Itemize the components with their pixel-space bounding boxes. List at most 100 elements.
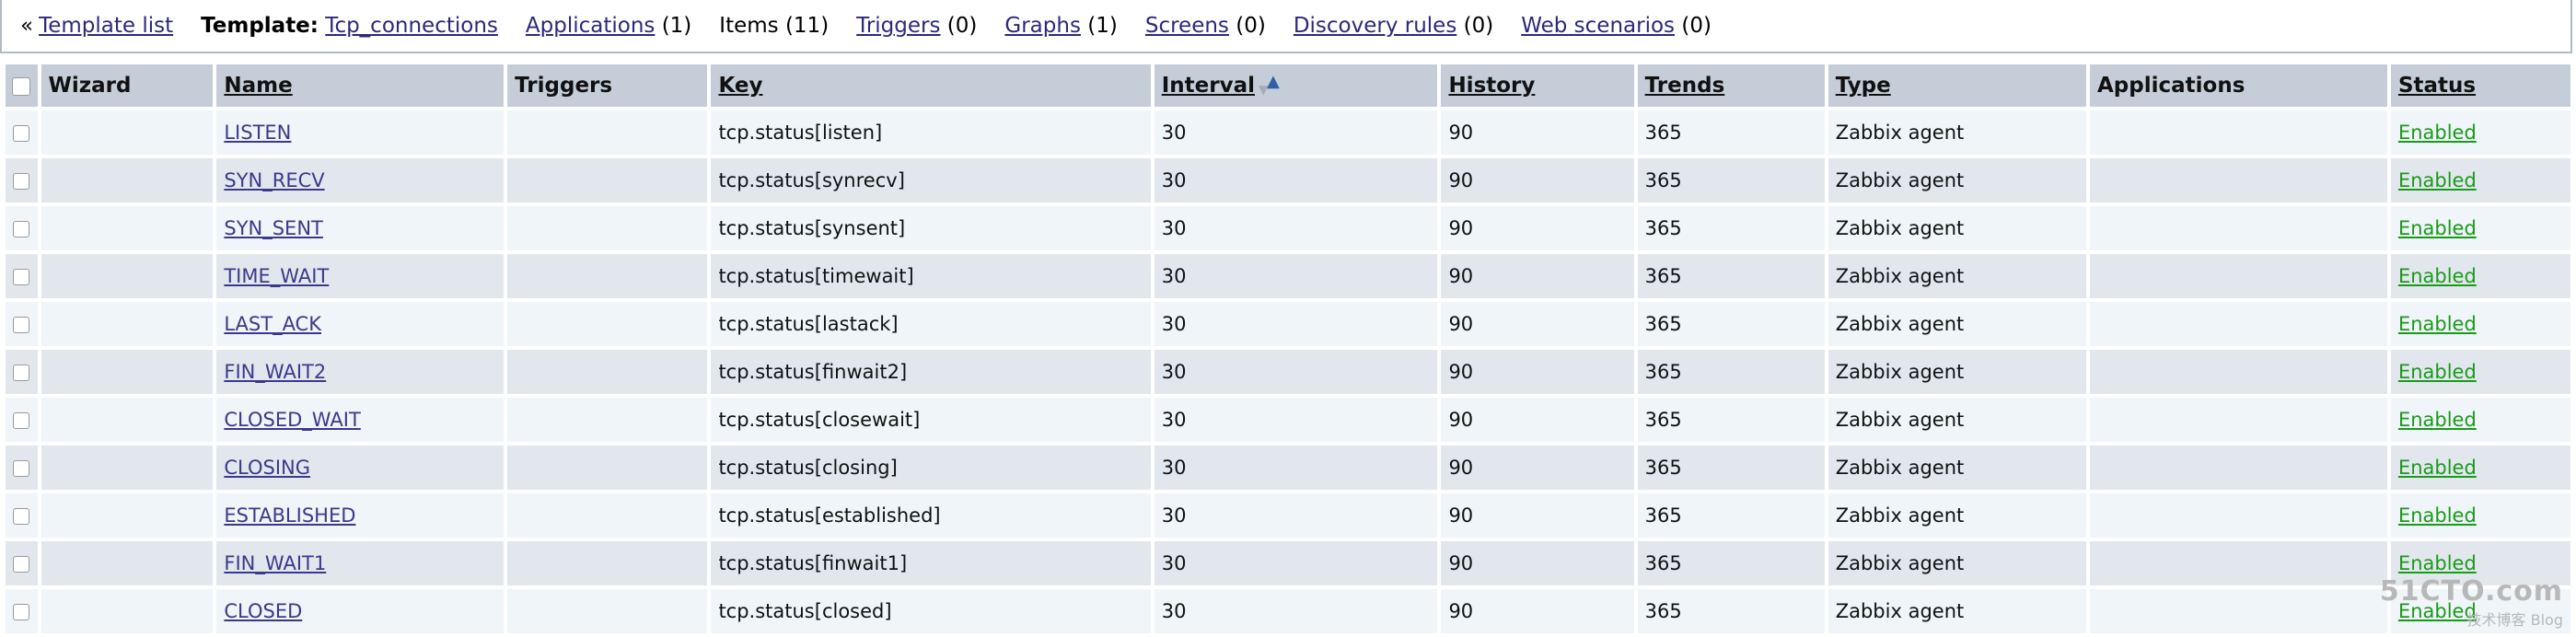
trends-cell: 365	[1638, 589, 1825, 633]
sort-history-link[interactable]: History	[1448, 74, 1535, 98]
template-list-link[interactable]: Template list	[39, 14, 173, 38]
row-checkbox[interactable]	[13, 460, 29, 477]
item-name-link[interactable]: CLOSING	[224, 457, 310, 479]
item-name-link[interactable]: CLOSED	[224, 600, 302, 622]
status-toggle-link[interactable]: Enabled	[2398, 457, 2477, 479]
navigation-bar: «Template list Template: Tcp_connections…	[0, 0, 2572, 53]
sort-trends-link[interactable]: Trends	[1645, 74, 1725, 98]
triggers-cell	[507, 541, 707, 585]
applications-cell	[2090, 589, 2387, 633]
sort-interval-link[interactable]: Interval	[1162, 74, 1255, 98]
header-history[interactable]: History	[1441, 64, 1633, 107]
discovery-rules-link[interactable]: Discovery rules	[1294, 14, 1457, 38]
status-toggle-link[interactable]: Enabled	[2398, 313, 2477, 335]
table-row: FIN_WAIT2tcp.status[finwait2]3090365Zabb…	[6, 350, 2570, 394]
item-name-link[interactable]: TIME_WAIT	[224, 265, 329, 287]
item-name-link[interactable]: FIN_WAIT1	[224, 552, 326, 574]
row-checkbox[interactable]	[13, 604, 29, 620]
row-checkbox-cell	[6, 158, 38, 203]
header-name[interactable]: Name	[216, 64, 504, 107]
item-name-link[interactable]: CLOSED_WAIT	[224, 409, 360, 431]
row-checkbox[interactable]	[13, 269, 29, 285]
row-checkbox[interactable]	[13, 221, 29, 237]
key-cell: tcp.status[finwait2]	[711, 350, 1150, 394]
row-checkbox[interactable]	[13, 125, 29, 142]
triggers-link[interactable]: Triggers	[856, 14, 940, 38]
watermark-blog-en: Blog	[2531, 611, 2563, 629]
row-checkbox[interactable]	[13, 317, 29, 333]
trends-cell: 365	[1638, 541, 1825, 585]
sort-name-link[interactable]: Name	[224, 74, 292, 98]
type-cell: Zabbix agent	[1828, 541, 2086, 585]
interval-cell: 30	[1155, 398, 1438, 442]
name-cell: LISTEN	[216, 110, 504, 155]
status-toggle-link[interactable]: Enabled	[2398, 122, 2477, 144]
select-all-checkbox[interactable]	[12, 77, 30, 96]
select-all-header	[6, 64, 38, 107]
applications-count: (1)	[662, 14, 692, 38]
screens-link[interactable]: Screens	[1145, 14, 1229, 38]
header-key[interactable]: Key	[711, 64, 1150, 107]
name-cell: SYN_RECV	[216, 158, 504, 203]
graphs-nav: Graphs (1)	[1004, 14, 1117, 38]
template-name-link[interactable]: Tcp_connections	[325, 14, 498, 38]
type-cell: Zabbix agent	[1828, 589, 2086, 633]
interval-cell: 30	[1155, 254, 1438, 298]
item-name-link[interactable]: SYN_SENT	[224, 217, 323, 239]
header-type[interactable]: Type	[1828, 64, 2086, 107]
sort-status-link[interactable]: Status	[2398, 74, 2476, 98]
type-cell: Zabbix agent	[1828, 398, 2086, 442]
items-nav: Items (11)	[719, 14, 829, 38]
name-cell: LAST_ACK	[216, 302, 504, 346]
item-name-link[interactable]: LAST_ACK	[224, 313, 321, 335]
items-count: (11)	[785, 14, 829, 38]
item-name-link[interactable]: SYN_RECV	[224, 169, 324, 191]
interval-cell: 30	[1155, 589, 1438, 633]
item-name-link[interactable]: LISTEN	[224, 122, 291, 144]
applications-cell	[2090, 350, 2387, 394]
status-toggle-link[interactable]: Enabled	[2398, 552, 2477, 574]
row-checkbox[interactable]	[13, 508, 29, 525]
applications-cell	[2090, 158, 2387, 203]
status-toggle-link[interactable]: Enabled	[2398, 409, 2477, 431]
item-name-link[interactable]: FIN_WAIT2	[224, 361, 326, 383]
header-trends[interactable]: Trends	[1638, 64, 1825, 107]
applications-link[interactable]: Applications	[526, 14, 656, 38]
table-row: CLOSINGtcp.status[closing]3090365Zabbix …	[6, 446, 2570, 490]
header-interval[interactable]: Interval▼▲	[1155, 64, 1438, 107]
status-toggle-link[interactable]: Enabled	[2398, 169, 2477, 191]
header-status[interactable]: Status	[2391, 64, 2570, 107]
status-toggle-link[interactable]: Enabled	[2398, 504, 2477, 527]
status-toggle-link[interactable]: Enabled	[2398, 265, 2477, 287]
trends-cell: 365	[1638, 158, 1825, 203]
interval-cell: 30	[1155, 541, 1438, 585]
sort-ascending-icon: ▼▲	[1259, 75, 1279, 98]
wizard-cell	[41, 110, 214, 155]
row-checkbox-cell	[6, 350, 38, 394]
triggers-cell	[507, 589, 707, 633]
status-toggle-link[interactable]: Enabled	[2398, 217, 2477, 239]
key-cell: tcp.status[established]	[711, 493, 1150, 538]
item-name-link[interactable]: ESTABLISHED	[224, 504, 355, 527]
row-checkbox-cell	[6, 110, 38, 155]
row-checkbox[interactable]	[13, 173, 29, 190]
trends-cell: 365	[1638, 446, 1825, 490]
wizard-cell	[41, 350, 214, 394]
triggers-cell	[507, 206, 707, 250]
sort-type-link[interactable]: Type	[1836, 74, 1891, 98]
back-arrow-icon: «	[20, 14, 33, 38]
row-checkbox-cell	[6, 254, 38, 298]
row-checkbox[interactable]	[13, 556, 29, 573]
graphs-link[interactable]: Graphs	[1004, 14, 1081, 38]
key-cell: tcp.status[closewait]	[711, 398, 1150, 442]
row-checkbox[interactable]	[13, 412, 29, 429]
status-toggle-link[interactable]: Enabled	[2398, 361, 2477, 383]
items-label: Items	[719, 14, 778, 38]
watermark-blog-cn: 技术博客	[2467, 611, 2526, 629]
web-scenarios-link[interactable]: Web scenarios	[1521, 14, 1675, 38]
sort-key-link[interactable]: Key	[718, 74, 762, 98]
row-checkbox[interactable]	[13, 365, 29, 381]
name-cell: TIME_WAIT	[216, 254, 504, 298]
table-header-row: Wizard Name Triggers Key Interval▼▲ Hist…	[6, 64, 2570, 107]
header-wizard: Wizard	[41, 64, 214, 107]
